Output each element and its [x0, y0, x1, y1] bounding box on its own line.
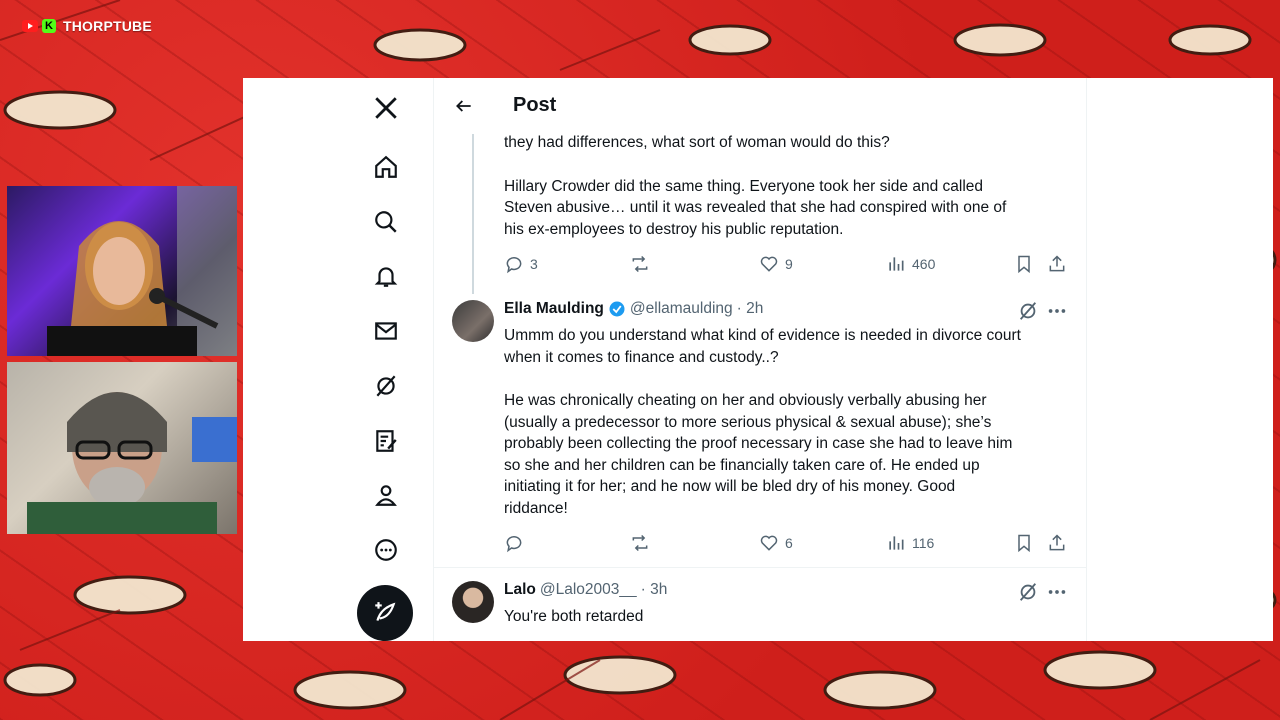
thread-line	[472, 134, 474, 294]
more-icon[interactable]	[371, 535, 401, 565]
x-logo-icon[interactable]	[371, 93, 401, 123]
post-text-line: Steven abusive… until it was revealed th…	[504, 199, 1007, 216]
views-icon	[889, 257, 904, 271]
reply-button[interactable]	[504, 533, 524, 553]
post-time[interactable]: · 2h	[737, 300, 764, 318]
verified-badge-icon	[609, 301, 625, 317]
youtube-icon	[22, 20, 38, 32]
post-text-line: (usually a predecessor to more serious p…	[504, 413, 992, 431]
repost-button[interactable]	[630, 533, 650, 553]
post-3-header: Lalo @Lalo2003__ · 3h	[504, 581, 667, 599]
post-1-actions: 3 9 460	[504, 254, 1069, 276]
post-text-gap	[504, 368, 1079, 390]
avatar[interactable]	[452, 581, 494, 623]
post-text-line: his ex-employees to destroy his public r…	[504, 220, 844, 238]
author-handle[interactable]: @ellamaulding	[630, 300, 733, 318]
post-divider	[434, 567, 1086, 568]
compose-button[interactable]	[357, 585, 413, 641]
views-icon	[889, 536, 904, 550]
profile-icon[interactable]	[371, 480, 401, 510]
post-text-gap	[504, 154, 1074, 176]
grok-icon[interactable]	[1017, 300, 1039, 322]
mail-icon[interactable]	[371, 316, 401, 346]
bookmark-button[interactable]	[1014, 533, 1034, 553]
views-button[interactable]: 116	[886, 533, 934, 553]
post-feed: they had differences, what sort of woman…	[433, 78, 1087, 641]
post-1-text: they had differences, what sort of woman…	[504, 132, 1074, 240]
post-2-text: Ummm do you understand what kind of evid…	[504, 325, 1079, 519]
share-button[interactable]	[1047, 254, 1067, 274]
grok-icon[interactable]	[371, 371, 401, 401]
like-button[interactable]: 9	[759, 254, 793, 274]
compose-icon	[375, 602, 396, 621]
repost-icon	[632, 255, 648, 273]
left-nav	[243, 78, 433, 641]
share-button[interactable]	[1047, 533, 1067, 553]
view-count: 460	[912, 256, 936, 272]
webcam-1-person	[47, 186, 237, 356]
post-text-line: initiating it for her; and he now will b…	[504, 478, 956, 495]
heart-icon	[760, 535, 778, 551]
bookmark-button[interactable]	[1014, 254, 1034, 274]
more-options-icon[interactable]	[1046, 581, 1068, 603]
share-icon	[1049, 534, 1065, 551]
avatar[interactable]	[452, 300, 494, 342]
webcam-host-1	[7, 186, 237, 356]
author-name[interactable]: Ella Maulding	[504, 300, 604, 318]
post-text-line: He was chronically cheating on her and o…	[504, 392, 987, 409]
post-2-actions: 6 116	[504, 533, 1069, 555]
repost-icon	[632, 534, 648, 552]
webcam-host-2	[7, 362, 237, 534]
search-icon[interactable]	[371, 207, 401, 237]
reply-icon	[506, 257, 522, 274]
home-icon[interactable]	[371, 152, 401, 182]
like-count: 6	[785, 535, 793, 551]
x-post-panel: they had differences, what sort of woman…	[243, 78, 1273, 641]
like-count: 9	[785, 256, 793, 272]
reply-icon	[506, 536, 522, 553]
stream-brand: K THORPTUBE	[22, 18, 152, 34]
post-text-line: Hillary Crowder did the same thing. Ever…	[504, 177, 984, 195]
share-icon	[1049, 255, 1065, 272]
more-options-icon[interactable]	[1046, 300, 1068, 322]
notes-icon[interactable]	[371, 426, 401, 456]
bookmark-icon	[1018, 534, 1030, 553]
post-header-bar: Post	[434, 78, 1086, 134]
reply-button[interactable]: 3	[504, 254, 538, 274]
bookmark-icon	[1018, 255, 1030, 274]
post-text-line: riddance!	[504, 499, 568, 517]
author-name[interactable]: Lalo	[504, 581, 536, 599]
reply-count: 3	[530, 256, 538, 272]
post-time[interactable]: · 3h	[641, 581, 668, 599]
post-text-line: Ummm do you understand what kind of evid…	[504, 327, 1021, 344]
views-button[interactable]: 460	[886, 254, 935, 274]
post-2-header: Ella Maulding @ellamaulding · 2h	[504, 300, 763, 318]
post-text-line: probably been collecting the proof neces…	[504, 435, 1013, 452]
back-arrow-icon[interactable]	[454, 96, 474, 116]
brand-name: THORPTUBE	[63, 18, 152, 34]
kick-icon: K	[42, 19, 56, 33]
author-handle[interactable]: @Lalo2003__	[540, 581, 637, 599]
post-text-line: so she and her children can be financial…	[504, 456, 980, 474]
grok-icon[interactable]	[1017, 581, 1039, 603]
heart-icon	[760, 256, 778, 272]
webcam-2-person	[27, 392, 237, 534]
post-text-line: You're both retarded	[504, 608, 644, 625]
post-text-line: they had differences, what sort of woman…	[504, 134, 890, 151]
post-3-text: You're both retarded	[504, 606, 643, 628]
repost-button[interactable]	[630, 254, 650, 274]
like-button[interactable]: 6	[759, 533, 793, 553]
page-title: Post	[513, 94, 557, 116]
post-text-line: when it comes to finance and custody..?	[504, 348, 779, 366]
view-count: 116	[912, 535, 935, 551]
bell-icon[interactable]	[371, 261, 401, 291]
